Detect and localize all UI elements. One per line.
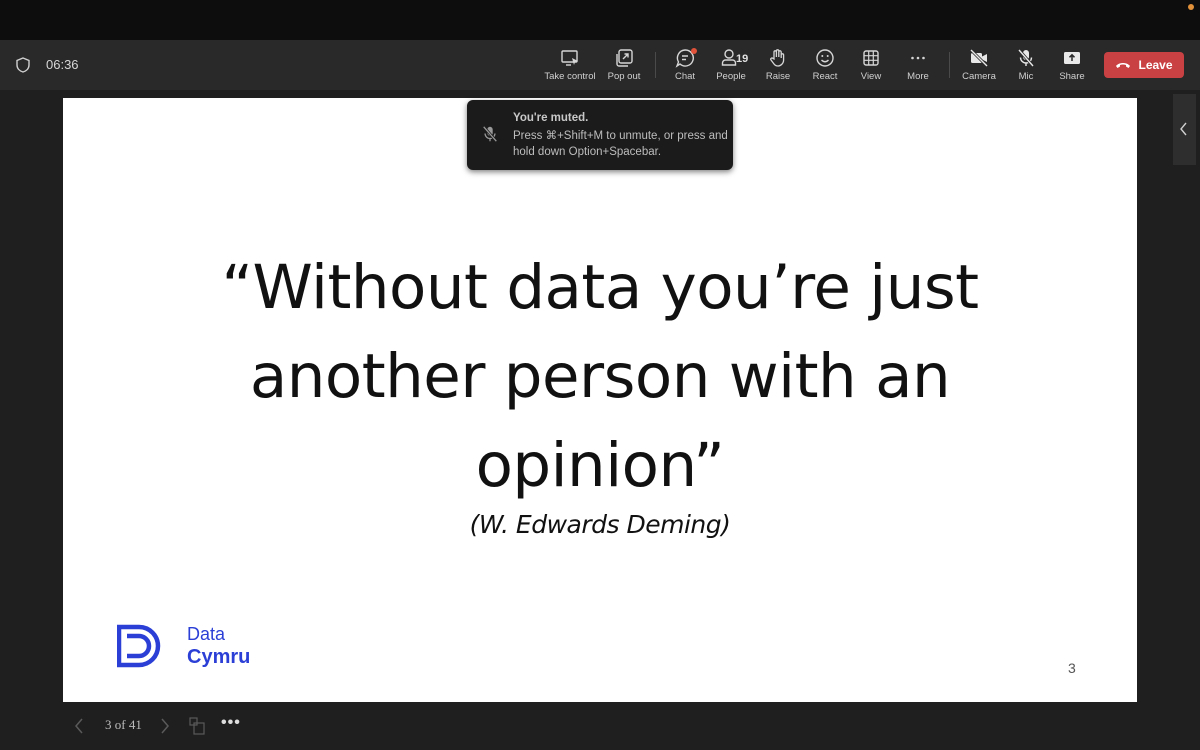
- more-button[interactable]: More: [890, 48, 946, 86]
- share-button[interactable]: Share: [1044, 48, 1100, 86]
- shared-slide: “Without data you’re just another person…: [63, 98, 1137, 702]
- data-cymru-logo: Data Cymru: [117, 622, 297, 672]
- hang-up-icon: [1116, 63, 1131, 68]
- share-label: Share: [1059, 71, 1085, 82]
- next-slide-button[interactable]: [158, 716, 172, 736]
- recording-indicator-dot: [1188, 4, 1194, 10]
- chat-label: Chat: [674, 71, 696, 82]
- expand-side-panel-button[interactable]: [1173, 94, 1196, 165]
- logo-text-data: Data: [187, 624, 226, 644]
- shield-icon: [16, 57, 30, 73]
- mic-off-icon: [482, 125, 498, 143]
- pop-out-label: Pop out: [607, 71, 641, 82]
- chevron-left-icon: [1180, 122, 1187, 136]
- react-label: React: [812, 71, 838, 82]
- quote-line: opinion”: [475, 430, 725, 501]
- take-control-label: Take control: [544, 71, 596, 82]
- slide-more-options-button[interactable]: •••: [221, 714, 241, 732]
- mic-label: Mic: [1018, 71, 1034, 82]
- slide-counter: 3 of 41: [105, 717, 142, 732]
- muted-notification: You're muted. Press ⌘+Shift+M to unmute,…: [467, 100, 733, 170]
- mic-off-icon: [1017, 49, 1035, 67]
- pop-out-icon: [616, 49, 633, 67]
- raise-label: Raise: [765, 71, 791, 82]
- quote-line: another person with an: [249, 341, 951, 412]
- take-control-button[interactable]: Take control: [542, 48, 598, 86]
- camera-off-icon: [969, 48, 989, 68]
- grid-icon: [863, 50, 879, 66]
- leave-button[interactable]: Leave: [1104, 52, 1184, 78]
- data-cymru-logo-mark: [117, 624, 161, 668]
- toolbar-divider: [655, 52, 656, 78]
- screen-cursor-icon: [561, 50, 578, 66]
- slide-thumbnails-icon[interactable]: [188, 716, 206, 736]
- previous-slide-button[interactable]: [72, 716, 86, 736]
- logo-text-cymru: Cymru: [187, 646, 251, 668]
- camera-label: Camera: [962, 71, 996, 82]
- meeting-timer: 06:36: [46, 57, 79, 72]
- slide-page-number: 3: [1068, 660, 1076, 676]
- share-icon: [1064, 52, 1080, 64]
- view-label: View: [860, 71, 882, 82]
- smiley-icon: [816, 49, 834, 67]
- slide-navigation: 3 of 41 •••: [0, 702, 1200, 750]
- chat-unread-badge: [691, 48, 697, 54]
- quote-line: “Without data you’re just: [221, 252, 979, 323]
- meeting-toolbar: 06:36 Take control Pop out Chat 19 Peopl…: [0, 40, 1200, 90]
- quote-author: (W. Edwards Deming): [469, 510, 731, 539]
- pop-out-button[interactable]: Pop out: [596, 48, 652, 86]
- ellipsis-icon: [911, 56, 925, 60]
- toast-title: You're muted.: [513, 112, 589, 124]
- toolbar-divider: [949, 52, 950, 78]
- system-bar: [0, 0, 1200, 40]
- more-label: More: [907, 71, 929, 82]
- hand-icon: [770, 49, 785, 67]
- toast-message: Press ⌘+Shift+M to unmute, or press and …: [513, 130, 728, 158]
- slide-quote: “Without data you’re just another person…: [63, 243, 1137, 510]
- leave-label: Leave: [1138, 58, 1173, 72]
- people-label: People: [716, 71, 746, 82]
- people-count: 19: [736, 53, 749, 65]
